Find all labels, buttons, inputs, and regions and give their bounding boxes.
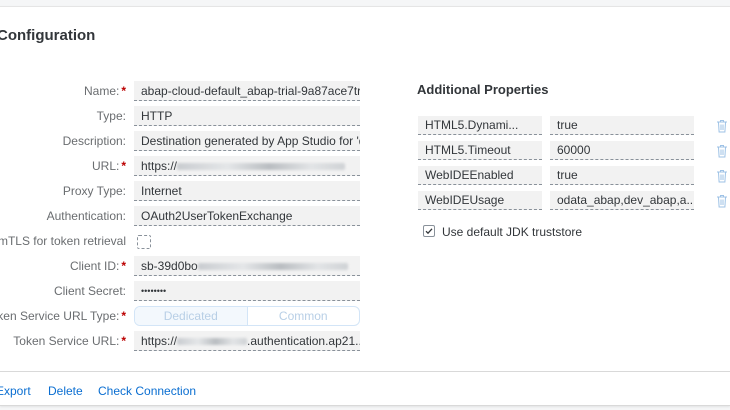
required-marker: * (121, 334, 126, 348)
token-service-url-type-toggle[interactable]: Dedicated Common (134, 306, 360, 326)
checkmark-icon (425, 228, 433, 235)
truststore-label: Use default JDK truststore (442, 225, 583, 239)
url-value-prefix: https:// (141, 159, 178, 173)
property-value[interactable]: true (550, 116, 694, 135)
client-id-value-prefix: sb-39d0bo (141, 259, 198, 273)
property-key[interactable]: HTML5.Timeout (418, 141, 542, 160)
property-value[interactable]: true (550, 166, 694, 185)
trash-icon[interactable] (716, 119, 728, 133)
proxy-type-label: Proxy Type: (62, 184, 126, 198)
trash-icon[interactable] (716, 144, 728, 158)
client-id-label: Client ID: (69, 259, 120, 273)
token-service-url-type-label: Token Service URL Type: (0, 309, 120, 323)
redacted-text (177, 338, 248, 346)
authentication-label: Authentication: (46, 209, 126, 223)
redacted-text (197, 263, 348, 271)
required-marker: * (121, 84, 126, 98)
option-dedicated[interactable]: Dedicated (135, 307, 248, 325)
trash-icon[interactable] (716, 169, 728, 183)
name-label: Name: (83, 84, 120, 98)
redacted-text (177, 163, 346, 171)
property-value[interactable]: odata_abap,dev_abap,a... (550, 191, 694, 210)
export-button[interactable]: Export (0, 384, 31, 398)
mtls-label: Use mTLS for token retrieval (0, 234, 126, 248)
footer-divider (0, 371, 730, 372)
truststore-checkbox[interactable] (423, 225, 435, 237)
required-marker: * (121, 159, 126, 173)
description-field[interactable]: Destination generated by App Studio for … (134, 131, 360, 151)
property-key[interactable]: WebIDEEnabled (418, 166, 542, 185)
check-connection-button[interactable]: Check Connection (98, 384, 196, 398)
client-id-field[interactable]: sb-39d0bo (134, 256, 360, 276)
required-marker: * (121, 309, 126, 323)
configuration-panel: Configuration Name: * abap-cloud-default_… (0, 6, 730, 406)
url-field[interactable]: https:// (134, 156, 360, 176)
property-key[interactable]: HTML5.Dynami... (418, 116, 542, 135)
trash-icon[interactable] (716, 194, 728, 208)
required-marker: * (121, 259, 126, 273)
option-common[interactable]: Common (248, 307, 360, 325)
client-secret-field[interactable]: •••••••• (134, 281, 360, 301)
proxy-type-field[interactable]: Internet (134, 181, 360, 201)
property-value[interactable]: 60000 (550, 141, 694, 160)
property-key[interactable]: WebIDEUsage (418, 191, 542, 210)
token-url-value-prefix: https:// (141, 334, 178, 348)
type-label: Type: (96, 109, 126, 123)
type-field[interactable]: HTTP (134, 106, 360, 126)
description-label: Description: (62, 134, 126, 148)
url-label: URL: (91, 159, 120, 173)
token-service-url-field[interactable]: https:// .authentication.ap21.... (134, 331, 360, 351)
client-secret-label: Client Secret: (53, 284, 126, 298)
token-service-url-label: Token Service URL: (13, 334, 120, 348)
token-url-value-suffix: .authentication.ap21.... (247, 334, 360, 348)
authentication-field[interactable]: OAuth2UserTokenExchange (134, 206, 360, 226)
additional-properties-title: Additional Properties (417, 82, 549, 97)
name-field[interactable]: abap-cloud-default_abap-trial-9a87ace7tr… (134, 81, 360, 101)
page-title: Configuration (0, 27, 96, 44)
delete-button[interactable]: Delete (48, 384, 83, 398)
mtls-checkbox[interactable] (137, 235, 151, 249)
